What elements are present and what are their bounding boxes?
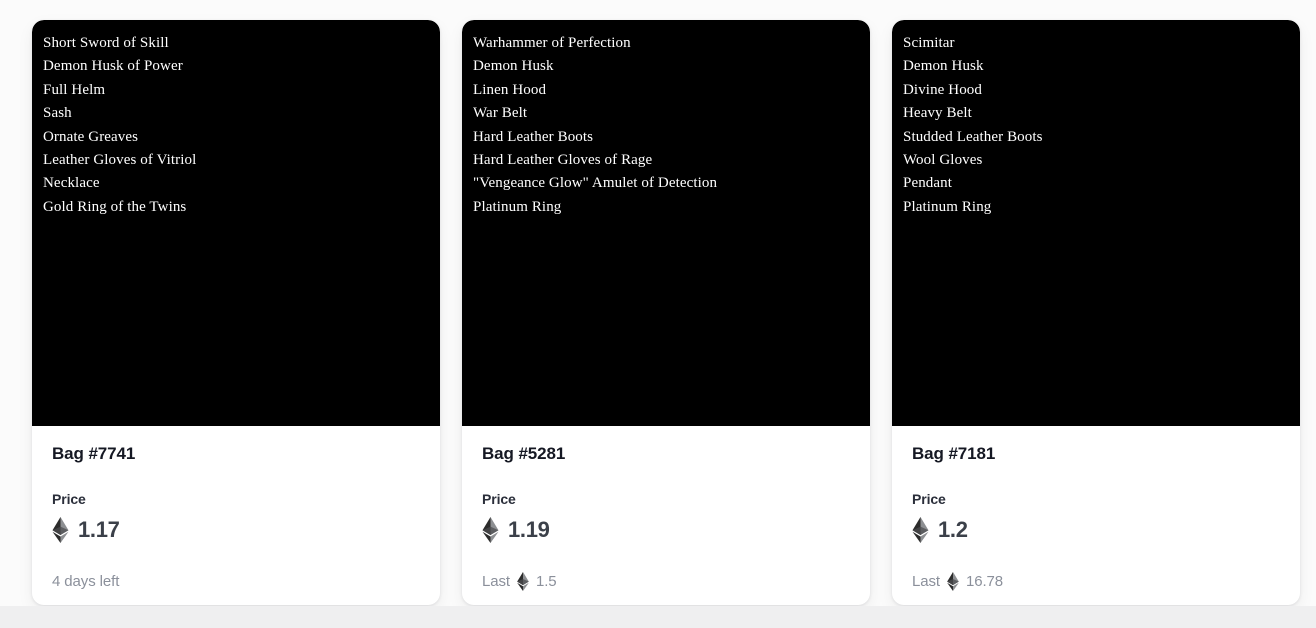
ethereum-diamond-icon [52, 517, 69, 543]
bag-title: Bag #7181 [912, 444, 996, 463]
page-footer-band [0, 606, 1316, 628]
price-row: 1.2 [912, 517, 1280, 543]
bag-item: Pendant [903, 175, 953, 192]
bag-item: Linen Hood [473, 81, 547, 98]
bag-item: Divine Hood [903, 81, 983, 98]
bag-item: Wool Gloves [903, 152, 983, 169]
price-value: 1.17 [78, 517, 120, 542]
bag-item: Hard Leather Gloves of Rage [473, 152, 653, 169]
bag-title: Bag #5281 [482, 444, 566, 463]
bag-card[interactable]: Warhammer of Perfection Demon Husk Linen H… [462, 20, 870, 605]
price-label: Price [482, 491, 516, 507]
bag-info: Bag #7181 Price 1.2 Last 16.78 [892, 426, 1300, 605]
bag-item: Demon Husk [903, 58, 984, 75]
bag-card[interactable]: Short Sword of Skill Demon Husk of Power F… [32, 20, 440, 605]
bag-artwork[interactable]: Warhammer of Perfection Demon Husk Linen H… [462, 20, 870, 426]
ethereum-diamond-icon [947, 572, 959, 591]
bag-artwork[interactable]: Short Sword of Skill Demon Husk of Power F… [32, 20, 440, 426]
bag-item: Gold Ring of the Twins [43, 198, 187, 215]
bag-item: Ornate Greaves [43, 128, 139, 145]
bag-item: Necklace [43, 175, 100, 192]
footer-value: 4 days left [52, 573, 120, 590]
ethereum-diamond-icon [482, 517, 499, 543]
bag-item: Heavy Belt [903, 105, 972, 122]
bag-info: Bag #5281 Price 1.19 Last 1.5 [462, 426, 870, 605]
bag-item: Warhammer of Perfection [473, 35, 631, 51]
ethereum-diamond-icon [912, 517, 929, 543]
bag-item: Studded Leather Boots [903, 128, 1043, 145]
bag-item-list: Warhammer of Perfection Demon Husk Linen H… [473, 32, 859, 219]
bag-item: Sash [43, 105, 72, 122]
bag-artwork[interactable]: Scimitar Demon Husk Divine Hood Heavy Belt S… [892, 20, 1300, 426]
bag-item-list: Short Sword of Skill Demon Husk of Power F… [43, 32, 429, 219]
bag-item: Demon Husk of Power [43, 58, 183, 75]
bag-item: Scimitar [903, 35, 955, 51]
bag-info: Bag #7741 Price 1.17 4 days left [32, 426, 440, 605]
price-label: Price [912, 491, 946, 507]
bag-item: Short Sword of Skill [43, 35, 169, 51]
bag-card[interactable]: Scimitar Demon Husk Divine Hood Heavy Belt S… [892, 20, 1300, 605]
card-footer: Last 16.78 [912, 572, 1003, 591]
bag-item: Leather Gloves of Vitriol [43, 152, 197, 169]
bag-item: War Belt [473, 105, 528, 122]
bag-item: Platinum Ring [903, 198, 992, 215]
price-row: 1.17 [52, 517, 420, 543]
footer-prefix-label: Last [482, 572, 510, 590]
bag-card-grid: Short Sword of Skill Demon Husk of Power F… [32, 20, 1300, 605]
bag-title: Bag #7741 [52, 444, 136, 463]
card-footer: 4 days left [52, 573, 119, 591]
bag-item: Demon Husk [473, 58, 554, 75]
footer-value: 1.5 [535, 572, 557, 590]
price-value: 1.2 [938, 517, 968, 542]
price-value: 1.19 [508, 517, 550, 542]
ethereum-diamond-icon [517, 572, 529, 591]
footer-prefix-label: Last [912, 572, 940, 590]
bag-item: Platinum Ring [473, 198, 562, 215]
price-label: Price [52, 491, 86, 507]
price-row: 1.19 [482, 517, 850, 543]
bag-item: Hard Leather Boots [473, 128, 594, 145]
bag-item-list: Scimitar Demon Husk Divine Hood Heavy Belt S… [903, 32, 1289, 219]
bag-item: "Vengeance Glow" Amulet of Detection [473, 175, 718, 192]
listings-page: Short Sword of Skill Demon Husk of Power F… [0, 0, 1316, 628]
card-footer: Last 1.5 [482, 572, 557, 591]
footer-value: 16.78 [965, 572, 1003, 590]
bag-item: Full Helm [43, 81, 106, 98]
